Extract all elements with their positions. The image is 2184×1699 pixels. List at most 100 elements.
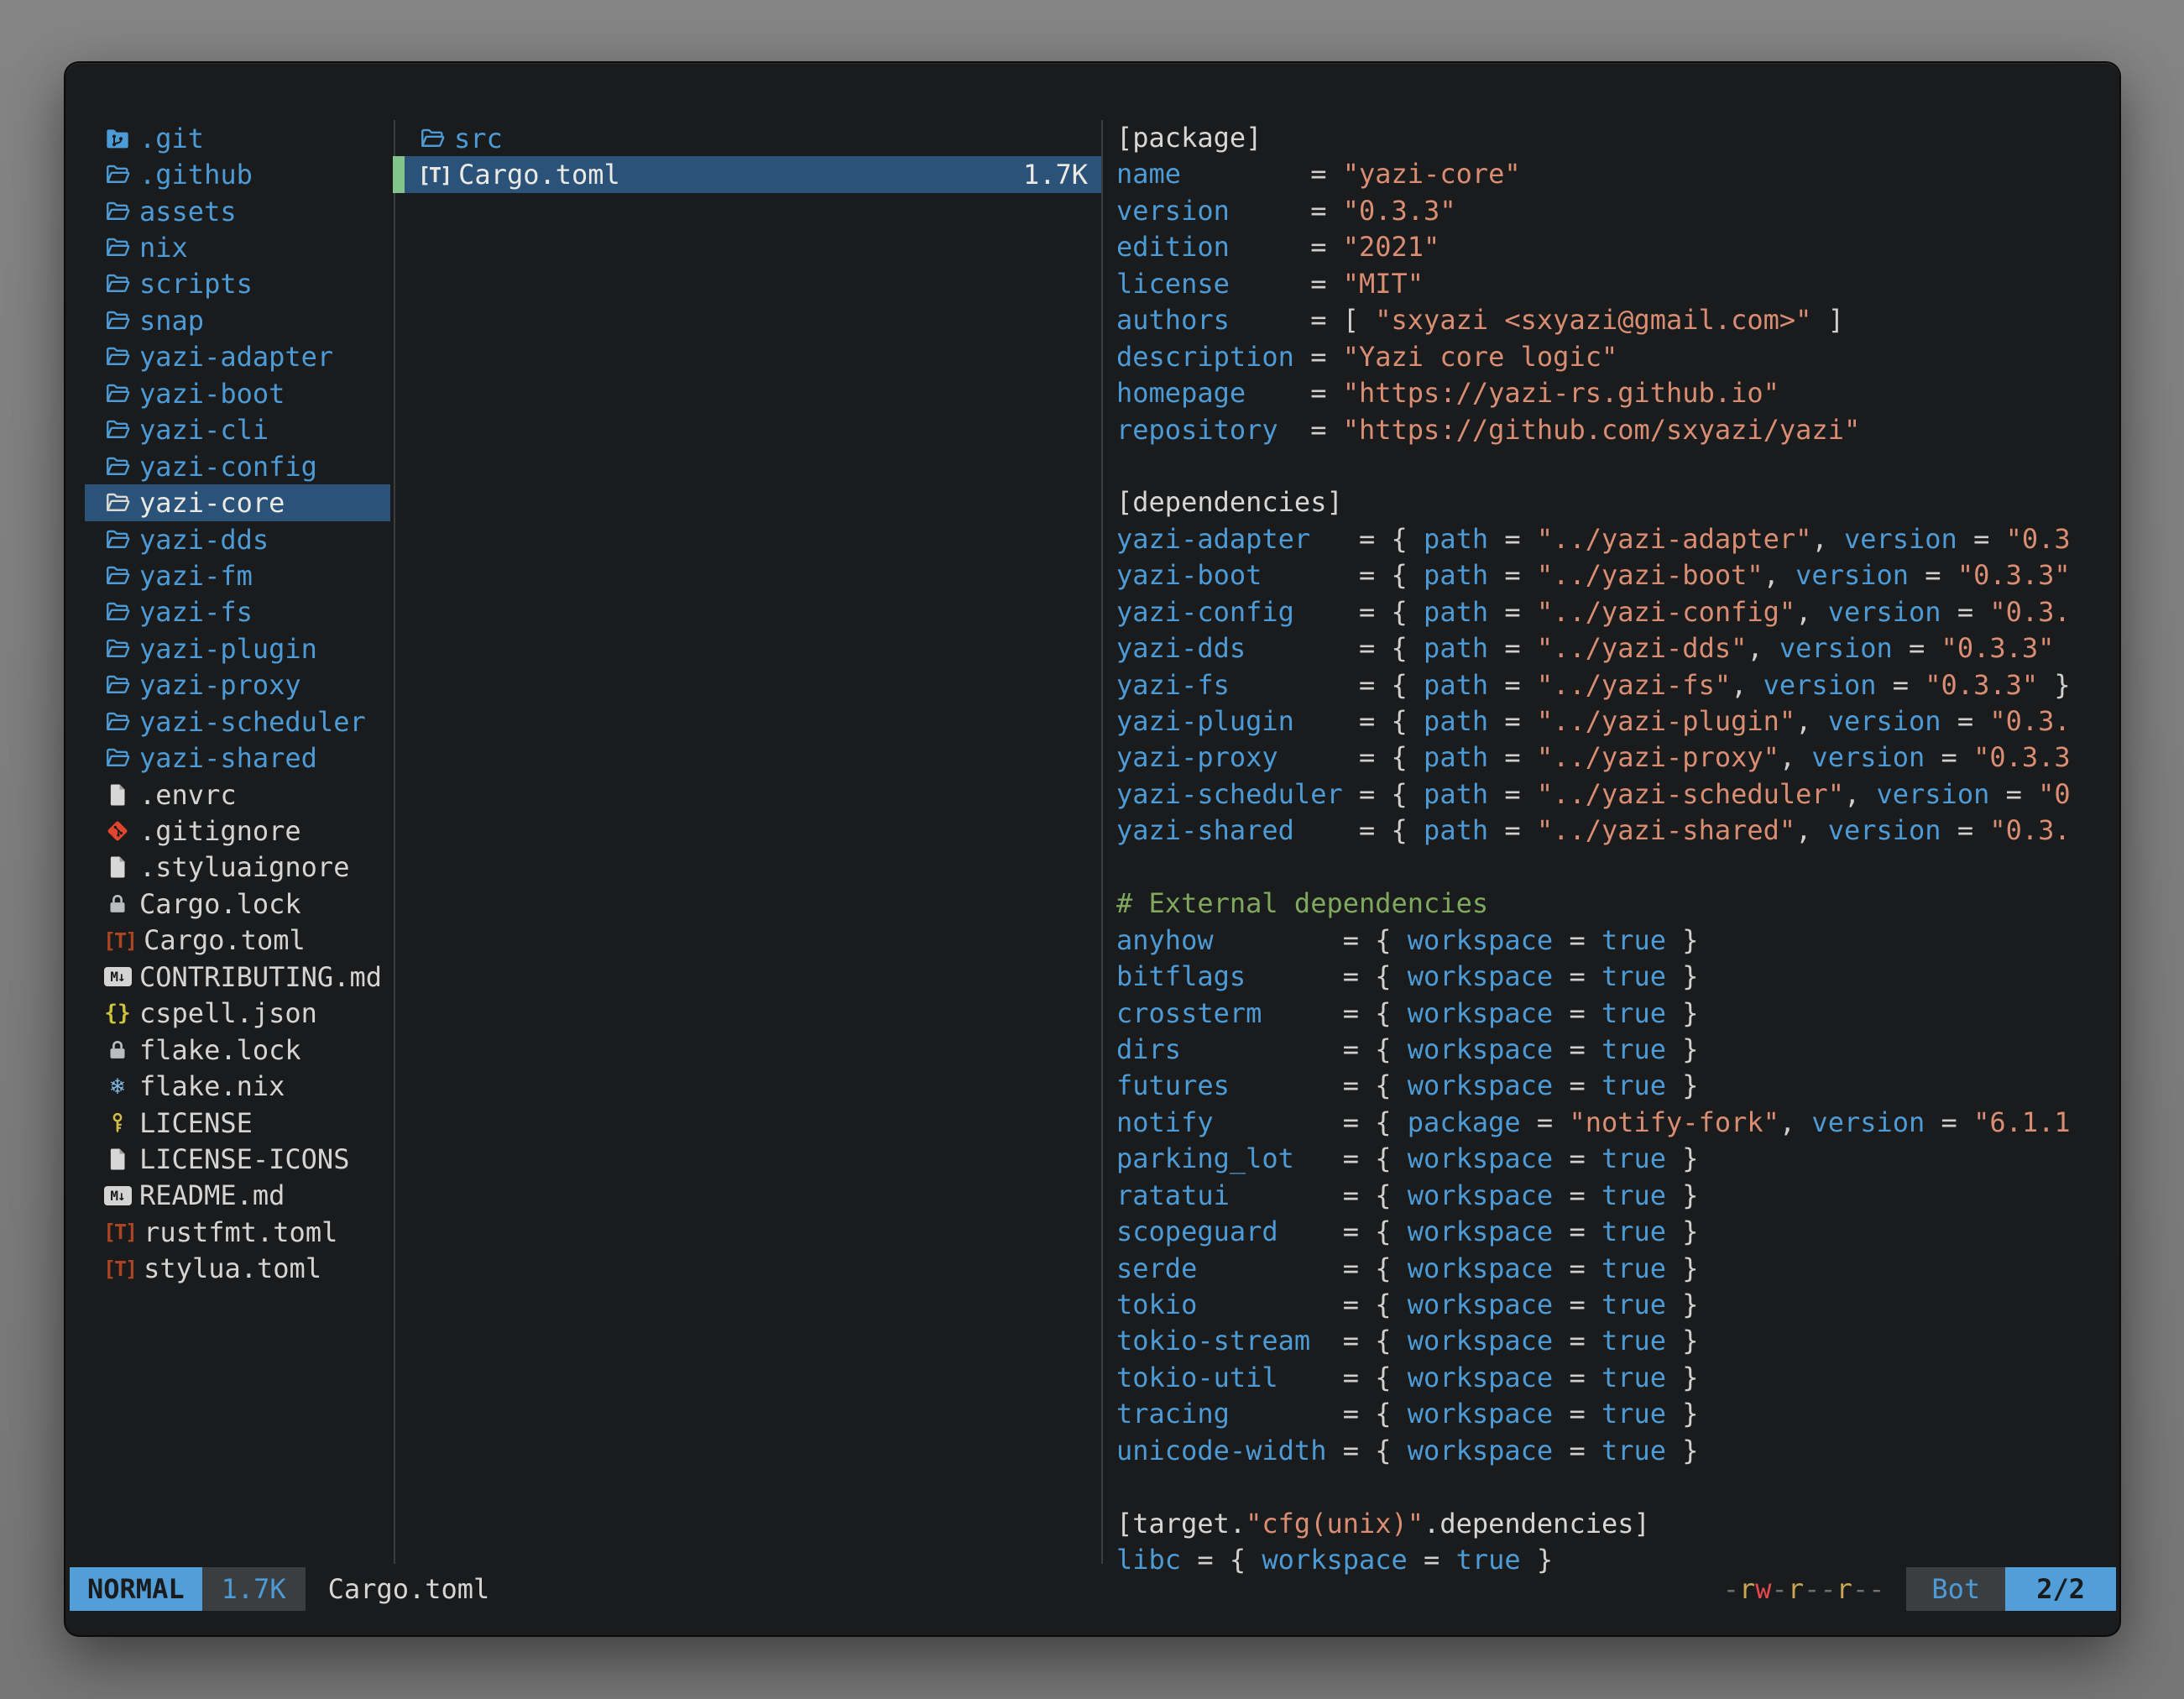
key-icon bbox=[103, 1109, 132, 1137]
file-name-label: cspell.json bbox=[139, 997, 317, 1029]
preview-line: version = "0.3.3" bbox=[1116, 193, 2119, 229]
preview-line: dirs = { workspace = true } bbox=[1116, 1032, 2119, 1068]
preview-line: # External dependencies bbox=[1116, 886, 2119, 922]
preview-line: yazi-fs = { path = "../yazi-fs", version… bbox=[1116, 667, 2119, 703]
folder-open-icon bbox=[103, 416, 132, 444]
preview-line bbox=[1116, 850, 2119, 886]
current-directory-pane: src[T]Cargo.toml1.7K bbox=[393, 120, 1101, 193]
parent-dir-item[interactable]: M↓README.md bbox=[85, 1178, 390, 1214]
toml-icon: [T] bbox=[103, 1218, 136, 1247]
parent-dir-item[interactable]: scripts bbox=[85, 266, 390, 302]
parent-dir-item[interactable]: yazi-dds bbox=[85, 521, 390, 557]
preview-line: serde = { workspace = true } bbox=[1116, 1251, 2119, 1287]
file-name-label: yazi-fm bbox=[139, 560, 253, 592]
preview-line: license = "MIT" bbox=[1116, 266, 2119, 302]
pane-separator bbox=[1101, 120, 1103, 1564]
preview-line: yazi-dds = { path = "../yazi-dds", versi… bbox=[1116, 630, 2119, 667]
preview-line: [dependencies] bbox=[1116, 484, 2119, 520]
current-dir-item[interactable]: [T]Cargo.toml1.7K bbox=[393, 156, 1101, 192]
file-permissions: -rw-r--r-- bbox=[1723, 1567, 1885, 1611]
file-name-label: LICENSE-ICONS bbox=[139, 1143, 349, 1175]
parent-dir-item[interactable]: [T] Cargo.toml bbox=[85, 923, 390, 959]
file-name-label: Cargo.toml bbox=[458, 159, 620, 191]
parent-dir-item[interactable]: yazi-shared bbox=[85, 740, 390, 776]
preview-line: homepage = "https://yazi-rs.github.io" bbox=[1116, 375, 2119, 411]
preview-line: yazi-shared = { path = "../yazi-shared",… bbox=[1116, 813, 2119, 849]
file-name-label: .git bbox=[139, 123, 204, 154]
parent-dir-item[interactable]: .github bbox=[85, 156, 390, 192]
parent-dir-item[interactable]: .gitignore bbox=[85, 813, 390, 849]
parent-dir-item[interactable]: assets bbox=[85, 193, 390, 229]
parent-dir-item[interactable]: ❄flake.nix bbox=[85, 1068, 390, 1104]
pane-separator bbox=[394, 120, 395, 1564]
file-name-label: yazi-boot bbox=[139, 378, 285, 410]
file-name-label: .gitignore bbox=[139, 815, 301, 847]
parent-dir-item[interactable]: M↓CONTRIBUTING.md bbox=[85, 959, 390, 995]
parent-dir-item[interactable]: nix bbox=[85, 229, 390, 265]
file-icon bbox=[103, 781, 132, 809]
file-name-label: yazi-config bbox=[139, 451, 317, 483]
markdown-icon: M↓ bbox=[103, 1181, 132, 1210]
file-name-label: rustfmt.toml bbox=[144, 1216, 337, 1248]
lock-icon bbox=[103, 890, 132, 918]
parent-dir-item[interactable]: .git bbox=[85, 120, 390, 156]
folder-open-icon bbox=[103, 452, 132, 481]
preview-line: crossterm = { workspace = true } bbox=[1116, 996, 2119, 1032]
parent-dir-item[interactable]: flake.lock bbox=[85, 1032, 390, 1068]
preview-line: notify = { package = "notify-fork", vers… bbox=[1116, 1105, 2119, 1141]
parent-dir-item[interactable]: .envrc bbox=[85, 776, 390, 813]
parent-dir-item[interactable]: yazi-adapter bbox=[85, 339, 390, 375]
file-name-label: yazi-shared bbox=[139, 742, 317, 774]
folder-open-icon bbox=[103, 379, 132, 408]
file-name-label: yazi-dds bbox=[139, 524, 269, 556]
mode-badge: NORMAL bbox=[70, 1567, 202, 1611]
git-icon bbox=[103, 817, 132, 845]
parent-dir-item[interactable]: yazi-core bbox=[85, 484, 390, 520]
parent-dir-item[interactable]: [T] rustfmt.toml bbox=[85, 1214, 390, 1250]
parent-dir-item[interactable]: yazi-fs bbox=[85, 594, 390, 630]
file-name-label: yazi-cli bbox=[139, 414, 269, 446]
folder-open-icon bbox=[103, 562, 132, 590]
folder-open-icon bbox=[103, 489, 132, 517]
file-name-label: yazi-scheduler bbox=[139, 706, 366, 738]
current-dir-item[interactable]: src bbox=[393, 120, 1101, 156]
file-name-label: Cargo.toml bbox=[144, 924, 306, 956]
file-name-label: yazi-proxy bbox=[139, 669, 301, 701]
preview-line: ratatui = { workspace = true } bbox=[1116, 1178, 2119, 1214]
markdown-icon: M↓ bbox=[103, 963, 132, 991]
folder-open-icon bbox=[103, 306, 132, 335]
parent-dir-item[interactable]: [T]stylua.toml bbox=[85, 1251, 390, 1287]
preview-line: tokio-util = { workspace = true } bbox=[1116, 1360, 2119, 1396]
parent-dir-item[interactable]: yazi-config bbox=[85, 448, 390, 484]
folder-open-icon bbox=[103, 269, 132, 298]
parent-dir-item[interactable]: yazi-boot bbox=[85, 375, 390, 411]
parent-dir-item[interactable]: yazi-scheduler bbox=[85, 703, 390, 740]
toml-icon: [T] bbox=[103, 926, 136, 954]
parent-dir-item[interactable]: yazi-proxy bbox=[85, 667, 390, 703]
parent-dir-item[interactable]: yazi-fm bbox=[85, 557, 390, 593]
file-name-label: stylua.toml bbox=[144, 1252, 321, 1284]
parent-dir-item[interactable]: LICENSE-ICONS bbox=[85, 1141, 390, 1177]
preview-line bbox=[1116, 1469, 2119, 1505]
git-marker-bar bbox=[393, 156, 405, 192]
preview-line: yazi-proxy = { path = "../yazi-proxy", v… bbox=[1116, 740, 2119, 776]
file-name-label: scripts bbox=[139, 268, 253, 300]
parent-dir-item[interactable]: snap bbox=[85, 302, 390, 338]
file-size-badge: 1.7K bbox=[202, 1567, 306, 1611]
folder-open-icon bbox=[103, 744, 132, 772]
parent-dir-item[interactable]: yazi-plugin bbox=[85, 630, 390, 667]
folder-open-icon bbox=[103, 160, 132, 189]
folder-open-icon bbox=[418, 124, 447, 153]
parent-dir-item[interactable]: Cargo.lock bbox=[85, 886, 390, 922]
file-icon bbox=[103, 1145, 132, 1174]
preview-line: futures = { workspace = true } bbox=[1116, 1068, 2119, 1104]
parent-dir-item[interactable]: yazi-cli bbox=[85, 412, 390, 448]
file-name-label: yazi-adapter bbox=[139, 341, 333, 373]
parent-dir-item[interactable]: .styluaignore bbox=[85, 850, 390, 886]
parent-dir-item[interactable]: {}cspell.json bbox=[85, 996, 390, 1032]
json-braces-icon: {} bbox=[103, 999, 132, 1027]
parent-dir-item[interactable]: LICENSE bbox=[85, 1105, 390, 1141]
folder-open-icon bbox=[103, 708, 132, 736]
nix-snowflake-icon: ❄ bbox=[103, 1072, 132, 1100]
file-name-label: yazi-core bbox=[139, 487, 285, 519]
